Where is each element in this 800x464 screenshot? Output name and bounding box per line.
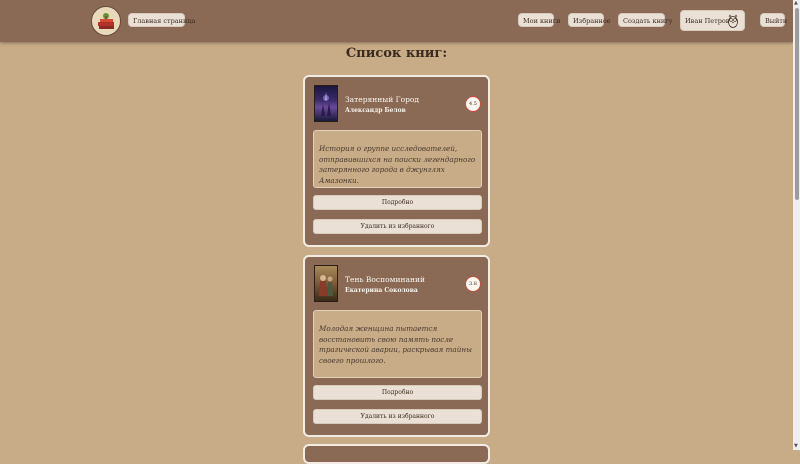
book-title: Тень Воспоминаний — [345, 275, 425, 284]
home-page-button[interactable]: Главная страница — [128, 13, 195, 27]
book-card: Затерянный Город Александр Белов 4.5 Ист… — [303, 75, 490, 247]
logout-button[interactable]: Выйти — [760, 13, 787, 27]
user-name: Иван Петров — [685, 16, 730, 25]
book-description: Молодая женщина пытается восстановить св… — [313, 310, 482, 378]
top-navigation-bar: Главная страница Мои книги Избранное Соз… — [0, 0, 793, 42]
scrollbar-thumb[interactable] — [795, 8, 799, 200]
book-author: Екатерина Соколова — [345, 287, 418, 294]
scroll-up-arrow-icon[interactable]: ▲ — [794, 0, 798, 6]
rating-badge: 3.8 — [465, 276, 481, 292]
book-author: Александр Белов — [345, 107, 406, 114]
user-profile-button[interactable]: Иван Петров — [680, 10, 745, 31]
book-title: Затерянный Город — [345, 95, 420, 104]
remove-from-favorites-button[interactable]: Удалить из избранного — [313, 409, 482, 424]
page-title: Список книг: — [345, 46, 448, 61]
book-description: История о группе исследователей, отправи… — [313, 130, 482, 188]
book-stack-logo-icon[interactable] — [91, 6, 121, 36]
remove-from-favorites-button[interactable]: Удалить из избранного — [313, 219, 482, 234]
create-book-button[interactable]: Создать книгу — [618, 13, 672, 27]
details-button[interactable]: Подробно — [313, 195, 482, 210]
book-card — [303, 444, 490, 464]
scroll-down-arrow-icon[interactable]: ▼ — [794, 443, 798, 449]
my-books-button[interactable]: Мои книги — [518, 13, 560, 27]
details-button[interactable]: Подробно — [313, 385, 482, 400]
book-cover-image[interactable] — [314, 85, 338, 122]
favorites-button[interactable]: Избранное — [568, 13, 611, 27]
rating-badge: 4.5 — [465, 96, 481, 112]
owl-icon — [727, 14, 739, 30]
book-cover-image[interactable] — [314, 265, 338, 302]
book-card: Тень Воспоминаний Екатерина Соколова 3.8… — [303, 255, 490, 437]
